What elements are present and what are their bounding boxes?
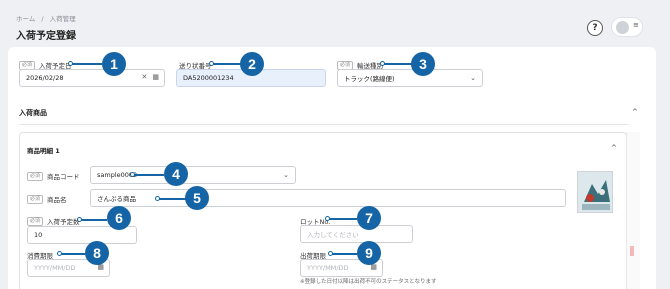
callout-badge-3: 3: [411, 52, 435, 76]
user-menu-button[interactable]: ≡: [611, 17, 643, 37]
ship-limit-note: ※登録した日付以降は出荷不可のステータスとなります: [300, 279, 437, 285]
menu-icon: ≡: [633, 21, 639, 29]
breadcrumb-home[interactable]: ホーム: [16, 15, 35, 23]
callout-badge-2: 2: [240, 52, 264, 76]
calendar-icon[interactable]: ▦: [152, 73, 159, 81]
callout-leader: [72, 63, 102, 65]
callout-badge-8: 8: [85, 241, 109, 265]
item-title: 商品明細 1: [27, 147, 60, 155]
quantity-label: 必須 入荷予定数: [27, 216, 80, 226]
breadcrumb-separator: /: [41, 15, 44, 23]
callout-leader: [332, 253, 357, 255]
scrollbar[interactable]: [626, 132, 640, 289]
callout-leader: [329, 218, 357, 220]
callout-badge-6: 6: [107, 206, 131, 230]
required-badge: 必須: [27, 216, 44, 226]
clear-icon[interactable]: ✕: [142, 73, 148, 81]
chevron-up-icon[interactable]: ^: [632, 108, 638, 116]
chevron-down-icon: ⌄: [470, 74, 476, 82]
callout-badge-5: 5: [185, 186, 209, 210]
callout-leader: [213, 63, 241, 65]
required-badge: 必須: [27, 194, 44, 204]
callout-leader: [384, 63, 412, 65]
callout-leader: [134, 174, 164, 176]
callout-badge-4: 4: [164, 162, 188, 186]
product-code-label: 必須 商品コード: [27, 171, 80, 181]
page-title: 入荷予定登録: [16, 31, 76, 42]
product-image: [577, 171, 613, 213]
chevron-down-icon: ⌄: [283, 171, 289, 179]
scroll-marker: [630, 246, 634, 256]
divider: [19, 124, 629, 125]
callout-leader: [81, 219, 107, 221]
required-badge: 必須: [27, 171, 44, 181]
callout-badge-1: 1: [102, 52, 126, 76]
callout-leader: [159, 198, 186, 200]
product-code-select[interactable]: sample0002 ⌄: [90, 166, 296, 184]
arrival-date-input[interactable]: 2026/02/28 ✕ ▦: [19, 69, 165, 87]
app-frame: ホーム / 入荷管理 入荷予定登録 ? ≡ 必須 入荷予定日 2026/02/2…: [0, 0, 670, 289]
breadcrumb-arrival[interactable]: 入荷管理: [50, 15, 76, 23]
callout-leader: [61, 253, 85, 255]
callout-badge-7: 7: [357, 206, 381, 230]
lot-no-input[interactable]: 入力してください: [300, 225, 413, 243]
callout-badge-9: 9: [357, 241, 381, 265]
section-title: 入荷商品: [19, 109, 47, 117]
transport-select[interactable]: トラック(路線便) ⌄: [337, 69, 483, 87]
product-name-label: 必須 商品名: [27, 194, 67, 204]
help-icon[interactable]: ?: [587, 20, 603, 36]
breadcrumb: ホーム / 入荷管理: [16, 13, 80, 23]
chevron-up-icon[interactable]: ^: [611, 144, 617, 152]
avatar: [616, 21, 629, 34]
